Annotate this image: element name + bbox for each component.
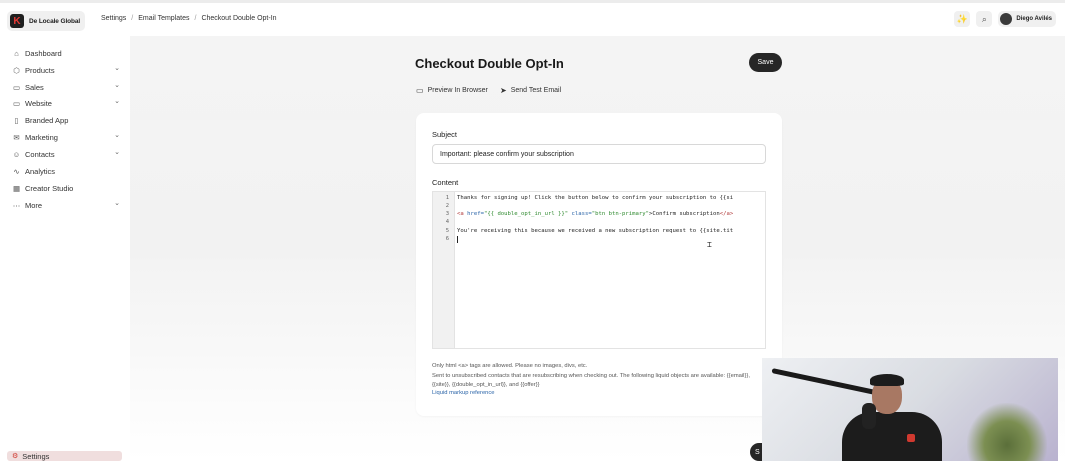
send-test-email-link[interactable]: ➤ Send Test Email — [500, 86, 561, 95]
subject-label: Subject — [432, 130, 458, 139]
chevron-down-icon: ⌄ — [114, 200, 120, 207]
avatar — [1000, 13, 1013, 25]
sidebar-item-label: Website — [25, 98, 52, 108]
code-attr: class= — [568, 211, 592, 217]
sidebar-item-label: More — [25, 200, 43, 210]
code-line-3: <a href="{{ double_opt_in_url }}" class=… — [457, 211, 733, 217]
webcam-overlay — [762, 358, 1058, 461]
magic-wand-icon[interactable]: ✨ — [954, 11, 971, 27]
chevron-down-icon: ⌄ — [114, 65, 120, 72]
user-name: Diego Avilés — [1016, 16, 1052, 22]
sidebar-item-contacts[interactable]: ☺ Contacts ⌄ — [12, 148, 122, 160]
breadcrumb-separator: / — [131, 15, 134, 22]
text-cursor — [457, 236, 458, 243]
presenter-body — [842, 412, 942, 461]
code-tag: <a — [457, 211, 464, 217]
sidebar-item-label: Dashboard — [25, 48, 62, 58]
code-string: "{{ double_opt_in_url }}" — [483, 211, 569, 217]
user-menu[interactable]: Diego Avilés — [998, 11, 1056, 27]
chevron-down-icon: ⌄ — [114, 132, 120, 139]
sidebar-item-label: Creator Studio — [25, 183, 74, 193]
sidebar: ⌂ Dashboard ⬡ Products ⌄ ▭ Sales ⌄ ▭ Web… — [0, 36, 130, 461]
sidebar-item-label: Sales — [25, 82, 44, 92]
help-text: Only html <a> tags are allowed. Please n… — [432, 362, 762, 391]
sidebar-item-dashboard[interactable]: ⌂ Dashboard — [12, 47, 122, 59]
code-line-1: Thanks for signing up! Click the button … — [457, 195, 734, 201]
liquid-markup-reference-link[interactable]: Liquid markup reference — [432, 390, 495, 396]
gear-icon: ⚙ — [12, 453, 19, 460]
mail-icon: ✉ — [13, 132, 20, 142]
microphone-icon — [862, 403, 876, 429]
code-string: "btn btn-primary" — [591, 211, 650, 217]
card-icon: ▭ — [12, 82, 21, 92]
monitor-icon: ▭ — [12, 98, 21, 108]
preview-label: Preview In Browser — [427, 87, 488, 94]
sidebar-item-settings[interactable]: ⚙ Settings — [7, 451, 122, 461]
shirt-logo — [907, 434, 915, 442]
plant-image — [967, 403, 1047, 461]
code-line-5: You're receiving this because we receive… — [457, 228, 734, 234]
sidebar-item-branded-app[interactable]: ▯ Branded App — [12, 114, 122, 126]
app-header: K De Locale Global Settings / Email Temp… — [0, 3, 1065, 36]
code-attr: href= — [463, 211, 484, 217]
save-button[interactable]: Save — [749, 53, 782, 72]
chevron-down-icon: ⌄ — [114, 82, 120, 89]
presenter-hair — [870, 374, 904, 386]
sidebar-item-creator-studio[interactable]: ▦ Creator Studio — [12, 182, 122, 194]
line-number-gutter: 1 2 3 4 5 6 — [433, 192, 455, 348]
content-code-editor[interactable]: 1 2 3 4 5 6 Thanks for signing up! Click… — [432, 191, 766, 349]
code-text: >Confirm subscription — [649, 211, 720, 217]
breadcrumb-settings[interactable]: Settings — [101, 15, 126, 22]
search-icon[interactable]: ⌕ — [976, 11, 993, 27]
sidebar-item-label: Branded App — [25, 115, 69, 125]
phone-icon: ▯ — [14, 115, 19, 125]
line-number: 2 — [445, 203, 449, 209]
sidebar-item-marketing[interactable]: ✉ Marketing ⌄ — [12, 131, 122, 143]
brand-name: De Locale Global — [29, 17, 81, 25]
subject-input[interactable]: Important: please confirm your subscript… — [432, 144, 766, 164]
chevron-down-icon: ⌄ — [114, 149, 120, 156]
brand-logo-icon: K — [10, 14, 24, 28]
code-tag: </a> — [719, 211, 734, 217]
chevron-down-icon: ⌄ — [114, 98, 120, 105]
content-label: Content — [432, 178, 459, 187]
sidebar-item-label: Analytics — [25, 166, 56, 176]
preview-in-browser-link[interactable]: ▭ Preview In Browser — [416, 86, 488, 95]
breadcrumb-separator: / — [194, 15, 197, 22]
monitor-icon: ▭ — [416, 86, 424, 95]
line-number: 3 — [445, 211, 449, 217]
home-icon: ⌂ — [14, 48, 19, 58]
more-icon: ⋯ — [12, 200, 21, 210]
box-icon: ⬡ — [13, 65, 20, 75]
line-number: 5 — [445, 228, 449, 234]
sidebar-item-label: Products — [25, 65, 55, 75]
help-line: Only html <a> tags are allowed. Please n… — [432, 363, 588, 369]
brand-switcher[interactable]: K De Locale Global — [7, 11, 86, 31]
breadcrumb-current: Checkout Double Opt-In — [201, 15, 277, 22]
send-test-label: Send Test Email — [510, 87, 562, 94]
sidebar-item-label: Settings — [22, 451, 50, 461]
sidebar-item-label: Marketing — [25, 132, 58, 142]
sidebar-item-website[interactable]: ▭ Website ⌄ — [12, 97, 122, 109]
sidebar-item-more[interactable]: ⋯ More ⌄ — [12, 199, 122, 211]
breadcrumb: Settings / Email Templates / Checkout Do… — [101, 15, 277, 22]
sidebar-item-label: Contacts — [25, 149, 55, 159]
help-line: Sent to unsubscribed contacts that are r… — [432, 372, 750, 389]
line-number: 1 — [445, 195, 449, 201]
breadcrumb-email-templates[interactable]: Email Templates — [138, 15, 189, 22]
sidebar-item-products[interactable]: ⬡ Products ⌄ — [12, 64, 122, 76]
ibeam-cursor-icon: ⌶ — [707, 240, 712, 249]
sidebar-item-analytics[interactable]: ∿ Analytics — [12, 165, 122, 177]
users-icon: ☺ — [12, 149, 21, 159]
line-number: 4 — [445, 219, 449, 225]
page-title: Checkout Double Opt-In — [415, 56, 564, 71]
sidebar-item-sales[interactable]: ▭ Sales ⌄ — [12, 81, 122, 93]
line-number: 6 — [445, 236, 449, 242]
chart-icon: ∿ — [13, 166, 20, 176]
calendar-icon: ▦ — [12, 183, 21, 193]
header-actions: ✨ ⌕ Diego Avilés — [954, 11, 1056, 27]
send-icon: ➤ — [500, 86, 507, 95]
